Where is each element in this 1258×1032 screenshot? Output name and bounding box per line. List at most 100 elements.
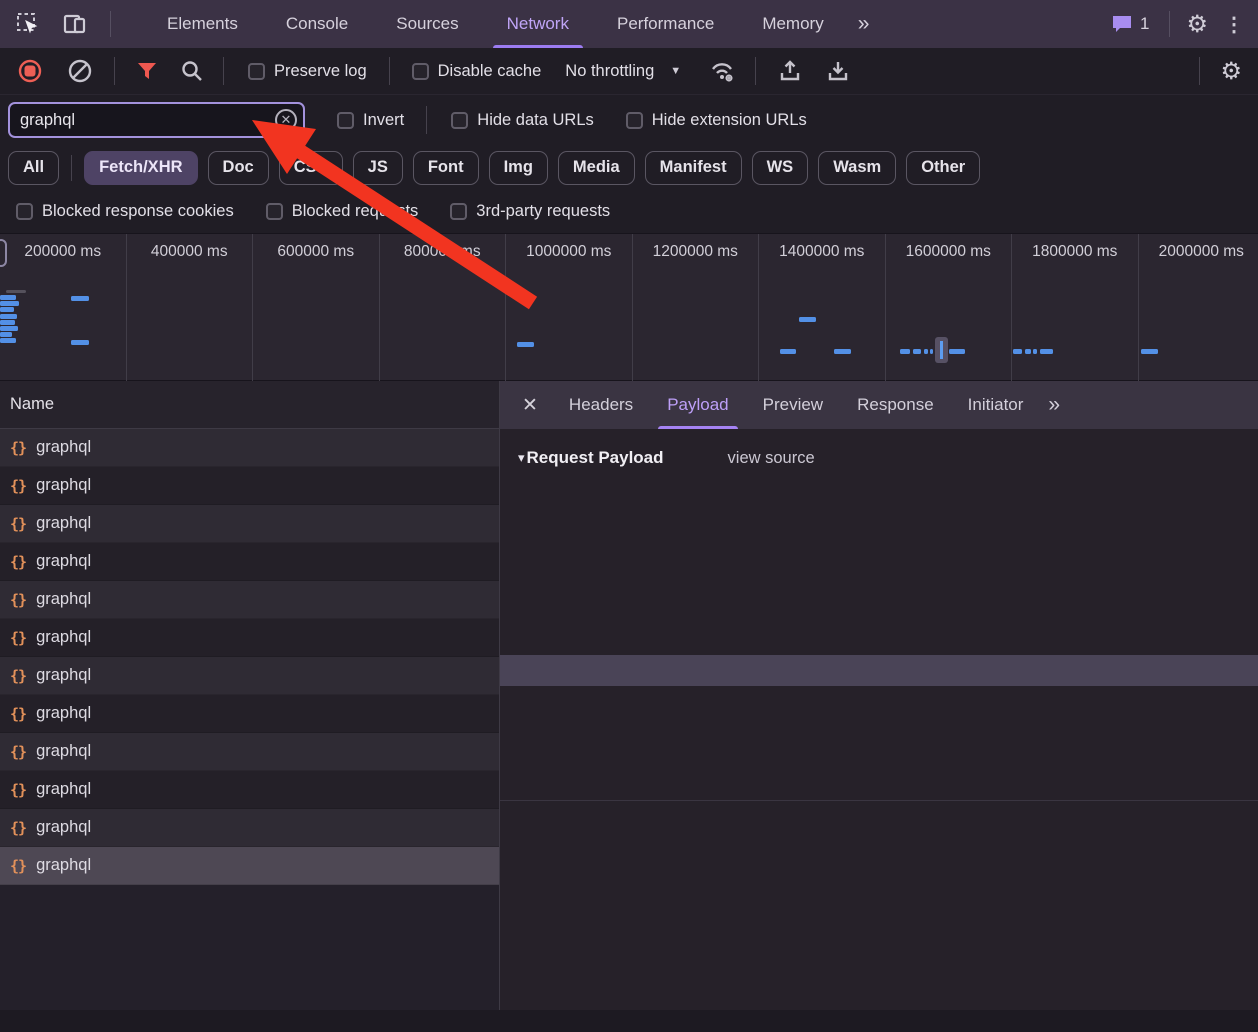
divider bbox=[110, 11, 111, 37]
settings-gear-icon[interactable]: ⚙ bbox=[1186, 10, 1208, 39]
tab-memory[interactable]: Memory bbox=[738, 0, 847, 48]
invert-checkbox[interactable]: Invert bbox=[337, 111, 404, 130]
checkbox-box[interactable] bbox=[248, 63, 265, 80]
tab-network[interactable]: Network bbox=[483, 0, 593, 48]
timeline-tick-label: 600000 ms bbox=[253, 243, 379, 261]
divider bbox=[71, 155, 72, 181]
filter-chip-manifest[interactable]: Manifest bbox=[645, 151, 742, 185]
disable-cache-checkbox[interactable]: Disable cache bbox=[412, 62, 542, 81]
checkbox-box[interactable] bbox=[337, 112, 354, 129]
more-tabs-icon[interactable]: » bbox=[848, 12, 878, 36]
hide-data-urls-checkbox[interactable]: Hide data URLs bbox=[451, 111, 593, 130]
overview-gray-bar bbox=[6, 290, 26, 293]
network-overview-timeline[interactable]: 200000 ms400000 ms600000 ms800000 ms1000… bbox=[0, 233, 1258, 381]
more-detail-tabs-icon[interactable]: » bbox=[1040, 393, 1058, 417]
filter-chip-wasm[interactable]: Wasm bbox=[818, 151, 896, 185]
device-toolbar-icon[interactable] bbox=[62, 12, 88, 36]
name-column-label: Name bbox=[10, 395, 54, 414]
request-row[interactable]: {}graphql bbox=[0, 429, 499, 467]
request-type-chips: All Fetch/XHR Doc CSS JS Font Img Media Manifest… bbox=[0, 145, 1258, 190]
issues-count: 1 bbox=[1140, 14, 1149, 34]
throttling-value: No throttling bbox=[565, 62, 654, 81]
detail-tab-initiator[interactable]: Initiator bbox=[951, 381, 1041, 429]
network-conditions-icon[interactable] bbox=[709, 59, 737, 83]
network-toolbar: Preserve log Disable cache No throttling… bbox=[0, 48, 1258, 95]
clear-filter-icon[interactable]: ✕ bbox=[275, 109, 297, 131]
view-source-link[interactable]: view source bbox=[728, 449, 815, 468]
checkbox-box[interactable] bbox=[266, 203, 283, 220]
request-row[interactable]: {}graphql bbox=[0, 771, 499, 809]
timeline-tick-label: 1400000 ms bbox=[759, 243, 885, 261]
request-row[interactable]: {}graphql bbox=[0, 695, 499, 733]
checkbox-box[interactable] bbox=[412, 63, 429, 80]
request-row[interactable]: {}graphql bbox=[0, 809, 499, 847]
network-settings-gear-icon[interactable]: ⚙ bbox=[1220, 57, 1242, 86]
clear-icon[interactable] bbox=[68, 59, 92, 83]
filter-chip-all[interactable]: All bbox=[8, 151, 59, 185]
request-row[interactable]: {}graphql bbox=[0, 543, 499, 581]
filter-chip-css[interactable]: CSS bbox=[279, 151, 343, 185]
timeline-tick-label: 2000000 ms bbox=[1139, 243, 1258, 261]
hide-extension-urls-checkbox[interactable]: Hide extension URLs bbox=[626, 111, 807, 130]
name-column-header[interactable]: Name bbox=[0, 381, 499, 429]
overview-request-bar bbox=[0, 307, 14, 312]
main-split: Name {}graphql{}graphql{}graphql{}graphq… bbox=[0, 381, 1258, 1010]
tab-sources[interactable]: Sources bbox=[372, 0, 482, 48]
filter-chip-fetch-xhr[interactable]: Fetch/XHR bbox=[84, 151, 197, 185]
close-icon[interactable]: ✕ bbox=[520, 394, 552, 417]
request-row[interactable]: {}graphql bbox=[0, 581, 499, 619]
issues-chat-icon[interactable] bbox=[1111, 14, 1133, 34]
detail-tab-headers[interactable]: Headers bbox=[552, 381, 650, 429]
timeline-tick-label: 1000000 ms bbox=[506, 243, 632, 261]
request-row[interactable]: {}graphql bbox=[0, 733, 499, 771]
payload-variables-line[interactable]: ▶variables: {accountTag: "b12e3b2192ee55… bbox=[500, 722, 1258, 753]
detail-tab-response[interactable]: Response bbox=[840, 381, 951, 429]
timeline-column: 1600000 ms bbox=[886, 234, 1013, 382]
record-icon[interactable] bbox=[18, 59, 42, 83]
filter-chip-media[interactable]: Media bbox=[558, 151, 635, 185]
tab-performance[interactable]: Performance bbox=[593, 0, 738, 48]
payload-operation-line[interactable]: operationName: "ipFlowTimeseries" bbox=[500, 588, 1258, 619]
tab-console[interactable]: Console bbox=[262, 0, 372, 48]
tab-elements[interactable]: Elements bbox=[143, 0, 262, 48]
export-har-icon[interactable] bbox=[826, 59, 850, 83]
blocked-requests-checkbox[interactable]: Blocked requests bbox=[266, 202, 419, 221]
filter-chip-js[interactable]: JS bbox=[353, 151, 403, 185]
checkbox-box[interactable] bbox=[16, 203, 33, 220]
checkbox-box[interactable] bbox=[450, 203, 467, 220]
3rd-party-requests-checkbox[interactable]: 3rd-party requests bbox=[450, 202, 610, 221]
checkbox-box[interactable] bbox=[451, 112, 468, 129]
json-braces-icon: {} bbox=[10, 629, 26, 647]
filter-chip-img[interactable]: Img bbox=[489, 151, 548, 185]
detail-tab-payload[interactable]: Payload bbox=[650, 381, 745, 429]
throttling-select[interactable]: No throttling ▼ bbox=[565, 62, 681, 81]
filter-chip-font[interactable]: Font bbox=[413, 151, 479, 185]
preserve-log-checkbox[interactable]: Preserve log bbox=[248, 62, 367, 81]
filter-input[interactable] bbox=[10, 111, 303, 130]
kebab-menu-icon[interactable]: ⋮ bbox=[1224, 12, 1244, 37]
request-row[interactable]: {}graphql bbox=[0, 657, 499, 695]
request-row[interactable]: {}graphql bbox=[0, 505, 499, 543]
overview-handle[interactable] bbox=[0, 239, 7, 267]
search-icon[interactable] bbox=[181, 60, 203, 82]
request-row[interactable]: {}graphql bbox=[0, 619, 499, 657]
collapse-twisty-icon[interactable]: ▾ bbox=[518, 450, 525, 466]
overview-request-bar bbox=[924, 349, 928, 354]
detail-tab-preview[interactable]: Preview bbox=[746, 381, 840, 429]
filter-funnel-icon[interactable] bbox=[137, 62, 157, 80]
blocked-response-cookies-checkbox[interactable]: Blocked response cookies bbox=[16, 202, 234, 221]
overview-request-bar bbox=[834, 349, 851, 354]
import-har-icon[interactable] bbox=[778, 59, 802, 83]
payload-tree: ▼{operationName: "ipFlowTimeseries", var… bbox=[500, 485, 1258, 789]
request-row[interactable]: {}graphql bbox=[0, 847, 499, 885]
payload-query-line[interactable]: query: "query ipFlowTimeseries($accountT… bbox=[500, 655, 1258, 686]
inspect-icon[interactable] bbox=[16, 12, 40, 36]
checkbox-label: Blocked response cookies bbox=[42, 202, 234, 221]
payload-root-line[interactable]: ▼{operationName: "ipFlowTimeseries", var… bbox=[500, 521, 1258, 552]
checkbox-box[interactable] bbox=[626, 112, 643, 129]
filter-chip-doc[interactable]: Doc bbox=[208, 151, 269, 185]
request-row[interactable]: {}graphql bbox=[0, 467, 499, 505]
filter-chip-ws[interactable]: WS bbox=[752, 151, 809, 185]
json-braces-icon: {} bbox=[10, 857, 26, 875]
filter-chip-other[interactable]: Other bbox=[906, 151, 980, 185]
